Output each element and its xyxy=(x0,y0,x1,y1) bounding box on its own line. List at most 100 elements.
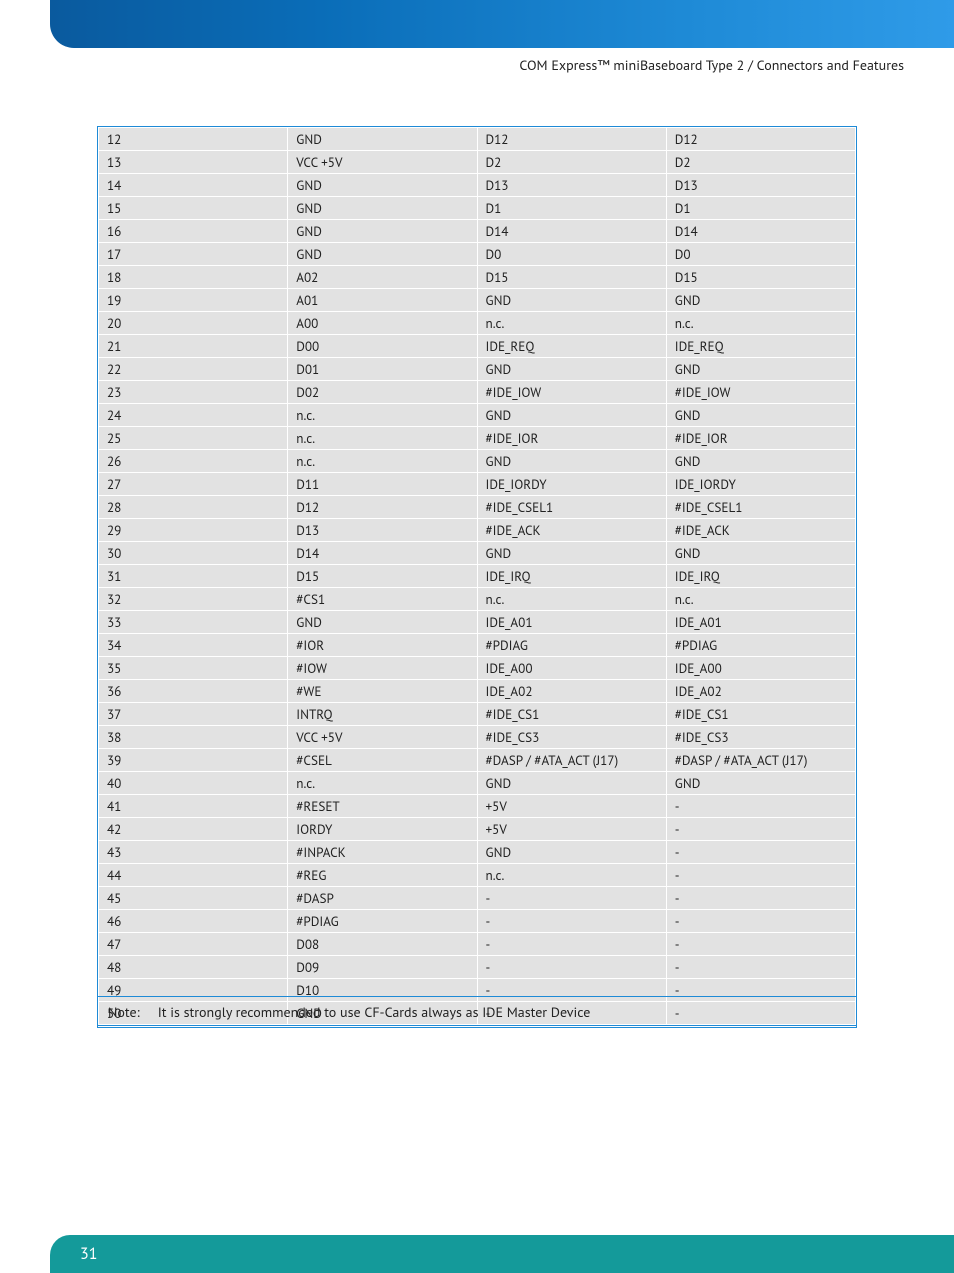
table-cell: #PDIAG xyxy=(666,634,855,657)
table-row: 44#REGn.c.- xyxy=(99,864,856,887)
table-cell: A00 xyxy=(288,312,477,335)
table-cell: 37 xyxy=(99,703,288,726)
table-cell: 24 xyxy=(99,404,288,427)
table-cell: GND xyxy=(477,358,666,381)
table-cell: GND xyxy=(477,450,666,473)
table-cell: #IDE_IOR xyxy=(477,427,666,450)
table-cell: 15 xyxy=(99,197,288,220)
table-cell: - xyxy=(477,956,666,979)
table-cell: #CSEL xyxy=(288,749,477,772)
table-cell: #IOW xyxy=(288,657,477,680)
table-row: 12GNDD12D12 xyxy=(99,128,856,151)
table-cell: - xyxy=(666,864,855,887)
table-cell: n.c. xyxy=(477,588,666,611)
table-cell: 16 xyxy=(99,220,288,243)
table-cell: IORDY xyxy=(288,818,477,841)
table-cell: +5V xyxy=(477,795,666,818)
table-cell: D1 xyxy=(477,197,666,220)
table-cell: D12 xyxy=(666,128,855,151)
table-cell: - xyxy=(477,933,666,956)
table-cell: A01 xyxy=(288,289,477,312)
table-cell: n.c. xyxy=(477,864,666,887)
table-cell: - xyxy=(666,956,855,979)
table-cell: 44 xyxy=(99,864,288,887)
table-row: 41#RESET+5V- xyxy=(99,795,856,818)
table-cell: D01 xyxy=(288,358,477,381)
table-cell: 32 xyxy=(99,588,288,611)
table-cell: - xyxy=(477,887,666,910)
table-cell: 30 xyxy=(99,542,288,565)
table-cell: 41 xyxy=(99,795,288,818)
table-cell: 18 xyxy=(99,266,288,289)
table-cell: #IDE_CSEL1 xyxy=(477,496,666,519)
table-row: 43#INPACKGND- xyxy=(99,841,856,864)
table-cell: 19 xyxy=(99,289,288,312)
table-cell: IDE_A02 xyxy=(477,680,666,703)
table-cell: D13 xyxy=(666,174,855,197)
table-row: 36#WEIDE_A02IDE_A02 xyxy=(99,680,856,703)
table-cell: 35 xyxy=(99,657,288,680)
table-cell: #CS1 xyxy=(288,588,477,611)
table-cell: #IDE_IOR xyxy=(666,427,855,450)
table-cell: n.c. xyxy=(288,772,477,795)
table-row: 47D08-- xyxy=(99,933,856,956)
table-cell: IDE_IORDY xyxy=(477,473,666,496)
table-cell: 25 xyxy=(99,427,288,450)
table-cell: GND xyxy=(666,772,855,795)
table-row: 23D02#IDE_IOW#IDE_IOW xyxy=(99,381,856,404)
table-cell: #WE xyxy=(288,680,477,703)
table-cell: GND xyxy=(477,841,666,864)
table-cell: 38 xyxy=(99,726,288,749)
table-row: 35#IOWIDE_A00IDE_A00 xyxy=(99,657,856,680)
table-cell: - xyxy=(477,910,666,933)
table-row: 21D00IDE_REQIDE_REQ xyxy=(99,335,856,358)
table-row: 40n.c.GNDGND xyxy=(99,772,856,795)
table-cell: A02 xyxy=(288,266,477,289)
table-cell: IDE_REQ xyxy=(666,335,855,358)
table-row: 22D01GNDGND xyxy=(99,358,856,381)
table-row: 34#IOR#PDIAG#PDIAG xyxy=(99,634,856,657)
table-row: 33GNDIDE_A01IDE_A01 xyxy=(99,611,856,634)
note-label: Note: xyxy=(108,1003,140,1021)
table-row: 39#CSEL#DASP / #ATA_ACT (J17)#DASP / #AT… xyxy=(99,749,856,772)
table-cell: GND xyxy=(288,174,477,197)
table-cell: GND xyxy=(666,289,855,312)
table-cell: 43 xyxy=(99,841,288,864)
table-cell: n.c. xyxy=(477,312,666,335)
table-cell: #DASP / #ATA_ACT (J17) xyxy=(666,749,855,772)
table-cell: #PDIAG xyxy=(288,910,477,933)
footer-bar: 31 xyxy=(50,1235,954,1273)
table-cell: D14 xyxy=(288,542,477,565)
table-cell: +5V xyxy=(477,818,666,841)
table-cell: #DASP xyxy=(288,887,477,910)
table-cell: #IDE_ACK xyxy=(477,519,666,542)
table-row: 45#DASP-- xyxy=(99,887,856,910)
table-cell: 36 xyxy=(99,680,288,703)
table-cell: 14 xyxy=(99,174,288,197)
table-cell: 12 xyxy=(99,128,288,151)
table-cell: GND xyxy=(288,243,477,266)
note-text: It is strongly recommended to use CF-Car… xyxy=(158,1003,846,1021)
table-row: 46#PDIAG-- xyxy=(99,910,856,933)
table-cell: #IDE_CSEL1 xyxy=(666,496,855,519)
table-row: 30D14GNDGND xyxy=(99,542,856,565)
breadcrumb: COM Express™ miniBaseboard Type 2 / Conn… xyxy=(519,56,904,74)
page-number: 31 xyxy=(80,1244,97,1264)
table-cell: #IDE_IOW xyxy=(666,381,855,404)
table-cell: 46 xyxy=(99,910,288,933)
table-cell: GND xyxy=(288,220,477,243)
table-cell: GND xyxy=(666,542,855,565)
table-cell: 47 xyxy=(99,933,288,956)
table-cell: D12 xyxy=(288,496,477,519)
table-row: 24n.c.GNDGND xyxy=(99,404,856,427)
table-cell: IDE_A02 xyxy=(666,680,855,703)
table-cell: - xyxy=(666,818,855,841)
table-cell: 26 xyxy=(99,450,288,473)
table-cell: 28 xyxy=(99,496,288,519)
table-row: 16GNDD14D14 xyxy=(99,220,856,243)
table-cell: GND xyxy=(477,404,666,427)
header-banner xyxy=(50,0,954,48)
table-cell: D14 xyxy=(666,220,855,243)
table-cell: D15 xyxy=(477,266,666,289)
table-cell: n.c. xyxy=(666,588,855,611)
